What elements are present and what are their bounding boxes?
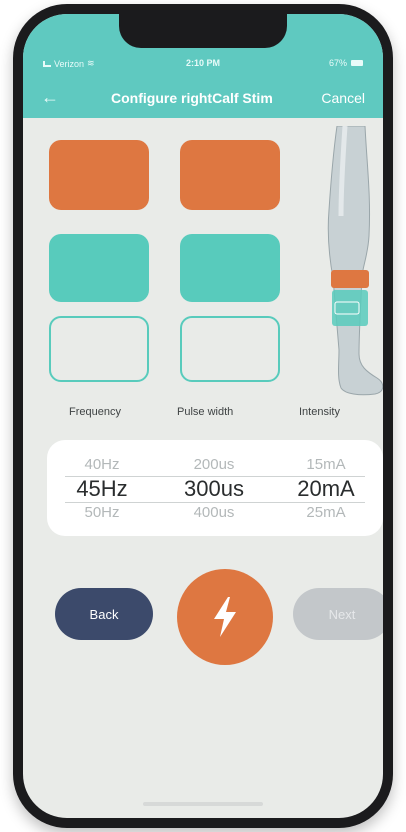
next-button-label: Next [328, 606, 356, 622]
electrode-top-right[interactable] [180, 140, 280, 210]
intensity-wheel[interactable]: 15mA 20mA 25mA [271, 454, 381, 524]
right-calf-illustration [327, 126, 383, 396]
lightning-bolt-icon [214, 597, 236, 637]
app-screen: Verizon ≋ 2:10 PM 67% ← Configure rightC… [23, 14, 383, 818]
electrode-middle-right[interactable] [180, 234, 280, 302]
pulse-width-next[interactable]: 400us [159, 502, 269, 524]
intensity-label: Intensity [299, 406, 340, 418]
frequency-wheel[interactable]: 40Hz 45Hz 50Hz [47, 454, 157, 524]
intensity-selected[interactable]: 20mA [271, 476, 381, 502]
pulse-width-selected[interactable]: 300us [159, 476, 269, 502]
battery-label: 67% [328, 58, 347, 68]
electrode-middle-left[interactable] [49, 234, 149, 302]
electrode-bottom-right[interactable] [180, 316, 280, 382]
status-battery: 67% [329, 58, 363, 68]
parameter-picker[interactable]: 40Hz 45Hz 50Hz 200us 300us 400us 15mA 20… [47, 440, 383, 536]
pulse-width-wheel[interactable]: 200us 300us 400us [159, 454, 269, 524]
frequency-selected[interactable]: 45Hz [47, 476, 157, 502]
pulse-width-prev[interactable]: 200us [159, 454, 269, 476]
back-arrow-icon[interactable]: ← [41, 87, 59, 107]
intensity-prev[interactable]: 15mA [271, 454, 381, 476]
leg-electrode-orange-icon [331, 270, 369, 288]
frequency-next[interactable]: 50Hz [47, 502, 157, 524]
intensity-next[interactable]: 25mA [271, 502, 381, 524]
phone-frame: Verizon ≋ 2:10 PM 67% ← Configure rightC… [13, 4, 393, 828]
page-title: Configure rightCalf Stim [111, 90, 273, 106]
back-button-label: Back [89, 606, 119, 622]
pulse-width-label: Pulse width [177, 406, 234, 418]
frequency-label: Frequency [69, 406, 121, 418]
cancel-button[interactable]: Cancel [321, 90, 365, 106]
stimulate-button[interactable] [177, 569, 273, 665]
device-notch [119, 14, 287, 48]
next-button[interactable]: Next [293, 588, 383, 640]
frequency-prev[interactable]: 40Hz [47, 454, 157, 476]
back-button[interactable]: Back [55, 588, 153, 640]
leg-electrode-teal-icon [332, 290, 368, 326]
home-indicator [143, 802, 263, 806]
electrode-bottom-left[interactable] [49, 316, 149, 382]
battery-icon [351, 60, 363, 66]
electrode-top-left[interactable] [49, 140, 149, 210]
